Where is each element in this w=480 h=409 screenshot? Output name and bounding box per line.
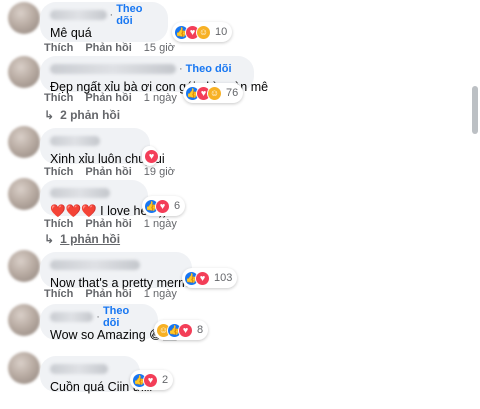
love-icon: ♥ [155, 198, 170, 214]
reply-arrow-icon: ↳ [44, 108, 55, 122]
author-name[interactable] [50, 188, 110, 198]
comment-actions: Thích Phản hồi 1 ngày [44, 218, 177, 230]
timestamp[interactable]: 1 ngày [144, 92, 177, 104]
comment-bubble: ❤️❤️❤️ I love her=)) [40, 180, 167, 218]
comment-actions: Thích Phản hồi 19 giờ [44, 166, 175, 178]
author-name[interactable] [50, 312, 94, 322]
comment-bubble: · Theo dõi Wow so Amazing 😆🎞️ [40, 304, 178, 342]
comment-text: Wow so Amazing 😆🎞️ [50, 328, 178, 342]
love-icon: ♥ [178, 322, 193, 338]
comment-actions: Thích Phản hồi 1 ngày [44, 92, 177, 104]
reaction-count: 103 [214, 272, 233, 284]
love-icon: ♥ [143, 372, 158, 388]
view-replies-link[interactable]: ↳ 2 phản hồi [44, 108, 120, 122]
avatar[interactable] [8, 2, 40, 34]
reaction-summary[interactable]: 👍 ♥ ☺ 76 [183, 83, 244, 103]
reply-button[interactable]: Phản hồi [85, 166, 131, 178]
reaction-count: 6 [174, 200, 181, 212]
comment-actions: Thích Phản hồi 15 giờ [44, 42, 175, 54]
comment-bubble: Xinh xỉu luôn chuỵ ui [40, 128, 165, 166]
reaction-summary[interactable]: 👍 ♥ 103 [182, 268, 238, 288]
reaction-summary[interactable]: ♥ [142, 146, 159, 166]
timestamp[interactable]: 19 giờ [144, 166, 175, 178]
reply-button[interactable]: Phản hồi [85, 42, 131, 54]
reaction-summary[interactable]: ☺ 👍 ♥ 8 [154, 320, 209, 340]
reaction-count: 2 [162, 374, 169, 386]
timestamp[interactable]: 1 ngày [144, 288, 177, 300]
reaction-summary[interactable]: 👍 ♥ 2 [130, 370, 174, 390]
like-button[interactable]: Thích [44, 288, 73, 300]
timestamp[interactable]: 1 ngày [144, 218, 177, 230]
avatar[interactable] [8, 352, 40, 384]
care-icon: ☺ [207, 85, 222, 101]
avatar[interactable] [8, 56, 40, 88]
avatar[interactable] [8, 250, 40, 282]
follow-link[interactable]: Theo dõi [103, 305, 148, 329]
like-button[interactable]: Thích [44, 218, 73, 230]
author-name[interactable] [50, 364, 108, 374]
follow-link[interactable]: Theo dõi [116, 3, 158, 27]
comment-bubble: Now that's a pretty mermaid. [40, 252, 209, 290]
reaction-count: 10 [215, 26, 228, 38]
avatar[interactable] [8, 304, 40, 336]
view-replies-link[interactable]: ↳ 1 phản hồi [44, 232, 120, 246]
love-icon: ♥ [144, 148, 159, 164]
reply-button[interactable]: Phản hồi [85, 92, 131, 104]
avatar[interactable] [8, 178, 40, 210]
reaction-summary[interactable]: 👍 ♥ ☺ 10 [172, 22, 233, 42]
author-name[interactable] [50, 10, 107, 20]
comment-bubble: Cuồn quá Ciin ưiiii [40, 356, 152, 394]
author-name[interactable] [50, 260, 140, 270]
love-icon: ♥ [195, 270, 210, 286]
comment-text: Cuồn quá Ciin ưiiii [50, 380, 153, 394]
scrollbar-thumb[interactable] [472, 86, 478, 134]
reaction-count: 8 [197, 324, 204, 336]
reply-button[interactable]: Phản hồi [85, 288, 131, 300]
reply-button[interactable]: Phản hồi [85, 218, 131, 230]
reaction-count: 76 [226, 87, 239, 99]
like-button[interactable]: Thích [44, 42, 73, 54]
replies-count[interactable]: 1 phản hồi [60, 232, 120, 246]
follow-link[interactable]: Theo dõi [186, 63, 232, 75]
comment-text: Mê quá [50, 26, 92, 40]
reply-arrow-icon: ↳ [44, 232, 55, 246]
care-icon: ☺ [196, 24, 211, 40]
author-name[interactable] [50, 64, 176, 74]
comment-actions: Thích Phản hồi 1 ngày [44, 288, 177, 300]
like-button[interactable]: Thích [44, 92, 73, 104]
comment-bubble: · Theo dõi Mê quá [40, 2, 168, 42]
replies-count[interactable]: 2 phản hồi [60, 108, 120, 122]
timestamp[interactable]: 15 giờ [144, 42, 175, 54]
avatar[interactable] [8, 126, 40, 158]
like-button[interactable]: Thích [44, 166, 73, 178]
author-name[interactable] [50, 136, 100, 146]
reaction-summary[interactable]: 👍 ♥ 6 [142, 196, 186, 216]
